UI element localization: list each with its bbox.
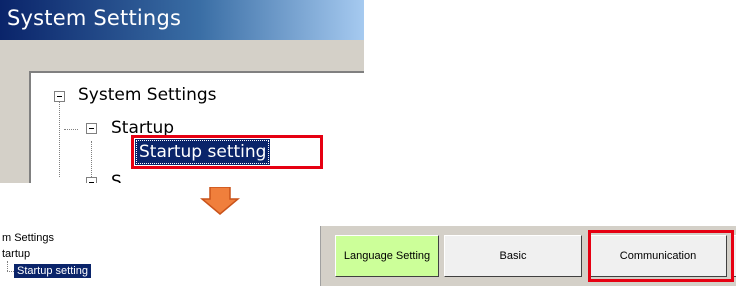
bottom-window-strip: m Settings tartup Startup setting Langua… [0, 226, 736, 286]
settings-tree[interactable]: System Settings Startup Startup setting … [29, 71, 364, 183]
settings-tree-small[interactable]: m Settings tartup Startup setting [0, 226, 321, 286]
tree-node-startup-setting-selected[interactable]: Startup setting [135, 139, 271, 165]
down-arrow-icon [200, 187, 240, 215]
tree-node-startup[interactable]: Startup [111, 118, 174, 138]
tree-node-partial[interactable]: S [111, 172, 122, 183]
expand-icon[interactable] [86, 177, 97, 183]
tree-connector-line [59, 97, 60, 177]
tab-communication[interactable]: Communication [589, 235, 727, 277]
tab-basic[interactable]: Basic [444, 235, 582, 277]
tree-connector-line [64, 129, 78, 130]
tab-language-setting[interactable]: Language Setting [335, 235, 439, 277]
window-titlebar: System Settings [0, 0, 364, 40]
tab-bar: Language Setting Basic Communication [323, 226, 736, 286]
window-body: System Settings Startup Startup setting … [0, 40, 364, 183]
tree-node-startup[interactable]: tartup [2, 248, 30, 260]
collapse-icon[interactable] [54, 91, 65, 102]
tree-node-startup-setting-selected[interactable]: Startup setting [14, 264, 91, 278]
tree-node-system-settings[interactable]: m Settings [2, 232, 54, 244]
window-title: System Settings [7, 6, 182, 30]
collapse-icon[interactable] [86, 123, 97, 134]
tree-node-system-settings[interactable]: System Settings [78, 85, 217, 105]
tab-next-partial[interactable] [732, 235, 736, 277]
tree-connector-line [7, 271, 14, 272]
tree-connector-line [7, 261, 8, 271]
zoomed-settings-window: System Settings System Settings Startup … [0, 0, 364, 183]
